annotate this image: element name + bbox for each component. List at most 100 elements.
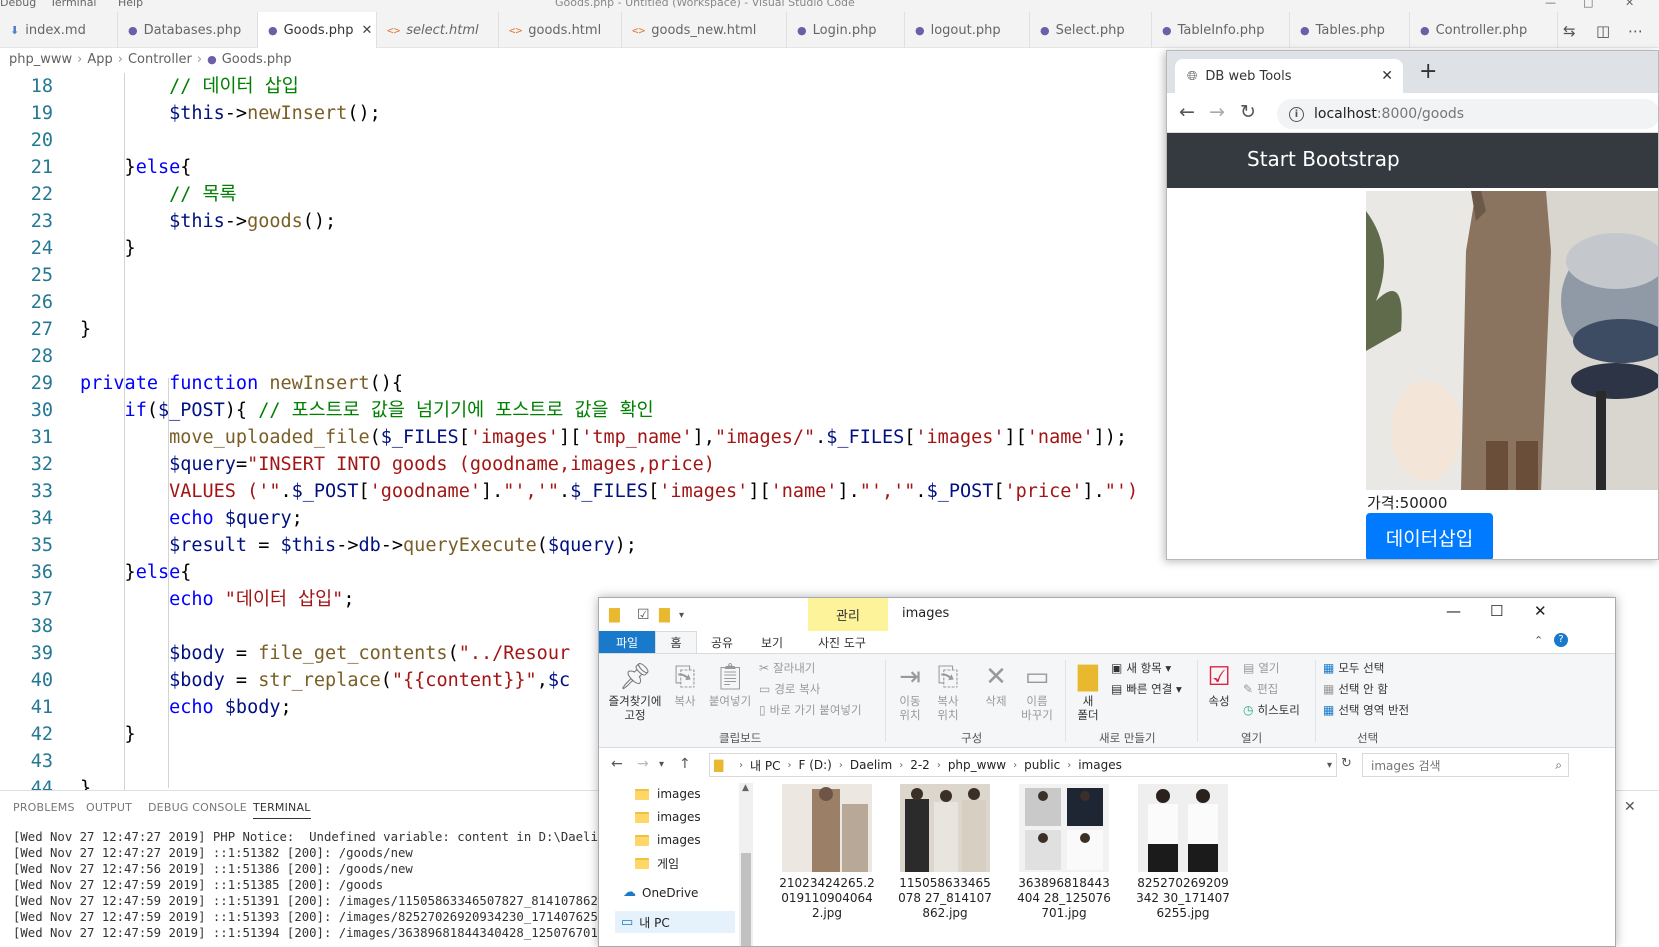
select-all-button[interactable]: ▦ 모두 선택 xyxy=(1323,660,1384,676)
tab-debug-console[interactable]: DEBUG CONSOLE xyxy=(148,801,247,814)
code-line[interactable]: 25 xyxy=(0,262,1170,289)
properties-button[interactable]: ☑ 속성 xyxy=(1203,660,1235,708)
tab-picture-tools[interactable]: 사진 도구 xyxy=(802,631,882,653)
breadcrumb-item[interactable]: App xyxy=(87,52,112,67)
close-window-button[interactable]: ✕ xyxy=(1625,0,1634,9)
delete-button[interactable]: ✕ 삭제 xyxy=(979,660,1013,708)
code-line[interactable]: 20 xyxy=(0,127,1170,154)
address-bar[interactable]: i localhost:8000/goods xyxy=(1277,99,1658,129)
tab-select-html[interactable]: <> select.html xyxy=(377,12,499,48)
code-line[interactable]: 21 }else{ xyxy=(0,154,1170,181)
history-button[interactable]: ◷ 히스토리 xyxy=(1243,702,1300,718)
scroll-up-icon[interactable]: ▲ xyxy=(742,783,749,793)
file-thumbnail[interactable] xyxy=(1019,784,1109,872)
forward-icon[interactable]: → xyxy=(637,756,649,772)
tab-index-md[interactable]: ⬇ index.md xyxy=(0,12,118,48)
file-name[interactable]: 363896818443404 28_125076701.jpg xyxy=(1016,876,1112,921)
path-segment[interactable]: public xyxy=(1024,758,1060,772)
chevron-down-icon[interactable]: ▾ xyxy=(1327,760,1332,771)
paste-button[interactable]: 📋︎ 붙여넣기 xyxy=(705,660,755,708)
easy-access-button[interactable]: ▤ 빠른 연결 ▾ xyxy=(1111,681,1182,697)
navbar-brand[interactable]: Start Bootstrap xyxy=(1247,147,1400,171)
scrollbar-thumb[interactable] xyxy=(741,853,751,946)
menu-terminal[interactable]: Terminal xyxy=(50,0,97,9)
rename-button[interactable]: ▭ 이름 바꾸기 xyxy=(1017,660,1057,722)
invert-selection-button[interactable]: ▦ 선택 영역 반전 xyxy=(1323,702,1409,718)
back-icon[interactable]: ← xyxy=(1179,101,1195,123)
copy-to-button[interactable]: ⎘ 복사 위치 xyxy=(931,660,965,722)
info-icon[interactable]: i xyxy=(1289,106,1304,122)
new-folder-button[interactable]: ▇ 새 폴더 xyxy=(1073,660,1103,722)
close-panel-icon[interactable]: ✕ xyxy=(1624,799,1636,815)
code-line[interactable]: 33 VALUES ('".$_POST['goodname']."','".$… xyxy=(0,478,1170,505)
scrollbar[interactable]: ▲ xyxy=(739,783,753,946)
maximize-button[interactable]: ☐ xyxy=(1490,602,1503,620)
nav-item-images[interactable]: images xyxy=(635,833,701,847)
path-segment[interactable]: F (D:) xyxy=(798,758,831,772)
code-line[interactable]: 34 echo $query; xyxy=(0,505,1170,532)
edit-button[interactable]: ✎ 편집 xyxy=(1243,681,1278,697)
tab-output[interactable]: OUTPUT xyxy=(86,801,132,814)
menu-help[interactable]: Help xyxy=(118,0,143,9)
customize-toolbar-icon[interactable]: ▾ xyxy=(679,610,684,621)
tab-controller-php[interactable]: ● Controller.php xyxy=(1410,12,1558,48)
nav-item-images[interactable]: images xyxy=(635,810,701,824)
tab-login-php[interactable]: ● Login.php xyxy=(787,12,905,48)
up-icon[interactable]: ↑ xyxy=(679,756,691,772)
open-button[interactable]: ▤ 열기 xyxy=(1243,660,1280,676)
code-line[interactable]: 22 // 목록 xyxy=(0,181,1170,208)
menu-debug[interactable]: Debug xyxy=(0,0,36,9)
tab-goods-new-html[interactable]: <> goods_new.html xyxy=(622,12,787,48)
more-actions-icon[interactable]: ⋯ xyxy=(1628,22,1643,40)
pin-button[interactable]: 📌︎ 즐겨찾기에 고정 xyxy=(605,660,665,722)
insert-data-button[interactable]: 데이터삽입 xyxy=(1366,513,1493,559)
move-to-button[interactable]: ⇥ 이동 위치 xyxy=(893,660,927,722)
code-line[interactable]: 24 } xyxy=(0,235,1170,262)
code-line[interactable]: 28 xyxy=(0,343,1170,370)
code-line[interactable]: 35 $result = $this->db->queryExecute($qu… xyxy=(0,532,1170,559)
breadcrumb-item[interactable]: Goods.php xyxy=(222,52,292,67)
maximize-button[interactable]: □ xyxy=(1583,0,1593,9)
file-thumbnail[interactable] xyxy=(782,784,872,872)
reload-icon[interactable]: ↻ xyxy=(1240,101,1256,123)
split-editor-icon[interactable]: ◫ xyxy=(1596,22,1610,40)
code-line[interactable]: 32 $query="INSERT INTO goods (goodname,i… xyxy=(0,451,1170,478)
recent-locations-icon[interactable]: ▾ xyxy=(659,759,664,770)
new-folder-icon[interactable]: ▇ xyxy=(659,607,670,623)
file-name[interactable]: 21023424265.20191109040642.jpg xyxy=(779,876,875,921)
cut-button[interactable]: ✂ 잘라내기 xyxy=(759,660,815,676)
tab-share[interactable]: 공유 xyxy=(697,631,747,653)
close-tab-icon[interactable]: ✕ xyxy=(1381,68,1393,84)
manage-tab[interactable]: 관리 xyxy=(808,598,888,631)
code-line[interactable]: 29 private function newInsert(){ xyxy=(0,370,1170,397)
minimize-button[interactable]: — xyxy=(1545,0,1556,9)
breadcrumb-item[interactable]: Controller xyxy=(128,52,192,67)
file-thumbnail[interactable] xyxy=(900,784,990,872)
breadcrumb-item[interactable]: php_www xyxy=(9,52,72,67)
tab-tableinfo-php[interactable]: ● TableInfo.php xyxy=(1152,12,1290,48)
path-segment[interactable]: images xyxy=(1078,758,1122,772)
file-thumbnail[interactable] xyxy=(1138,784,1228,872)
properties-icon[interactable]: ☑ xyxy=(637,607,650,623)
tab-file[interactable]: 파일 xyxy=(599,631,655,653)
new-item-button[interactable]: ▣ 새 항목 ▾ xyxy=(1111,660,1171,676)
select-none-button[interactable]: ▦ 선택 안 함 xyxy=(1323,681,1388,697)
code-line[interactable]: 26 xyxy=(0,289,1170,316)
nav-item-onedrive[interactable]: ☁ OneDrive xyxy=(623,885,698,900)
tab-goods-html[interactable]: <> goods.html xyxy=(499,12,622,48)
back-icon[interactable]: ← xyxy=(611,756,623,772)
tab-tables-php[interactable]: ● Tables.php xyxy=(1290,12,1410,48)
minimize-button[interactable]: — xyxy=(1446,602,1461,620)
file-name[interactable]: 825270269209342 30_1714076255.jpg xyxy=(1135,876,1231,921)
collapse-ribbon-icon[interactable]: ⌃ xyxy=(1534,634,1543,647)
code-line[interactable]: 18 // 데이터 삽입 xyxy=(0,73,1170,100)
path-segment[interactable]: php_www xyxy=(948,758,1006,772)
refresh-icon[interactable]: ↻ xyxy=(1341,756,1352,771)
file-name[interactable]: 115058633465078 27_814107862.jpg xyxy=(897,876,993,921)
nav-item-this-pc[interactable]: ▭ 내 PC xyxy=(615,911,735,933)
path-segment[interactable]: 내 PC xyxy=(750,757,780,774)
path-segment[interactable]: Daelim xyxy=(850,758,892,772)
address-path[interactable]: ▇ › 내 PC › F (D:) › Daelim › 2-2 › php_www › p… xyxy=(709,753,1337,777)
code-line[interactable]: 27} xyxy=(0,316,1170,343)
path-segment[interactable]: 2-2 xyxy=(910,758,930,772)
